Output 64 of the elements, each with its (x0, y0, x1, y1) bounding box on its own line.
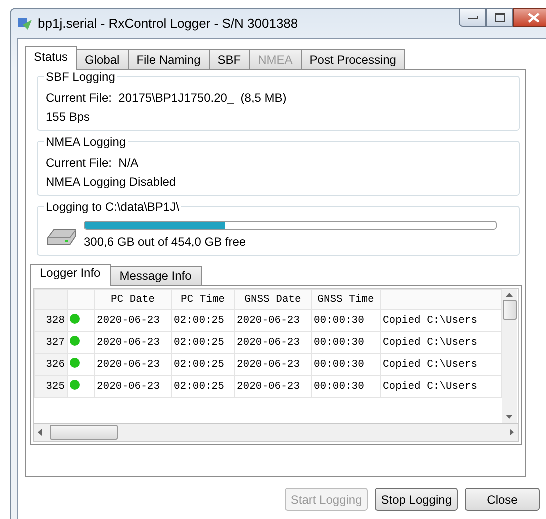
table-cell: 2020-06-23 (94, 376, 172, 398)
table-cell: 2020-06-23 (234, 354, 312, 376)
table-cell: 2020-06-23 (94, 354, 172, 376)
tab[interactable]: Post Processing (300, 49, 406, 69)
table-cell: Copied C:\Users (380, 310, 502, 332)
header-cell (34, 290, 68, 310)
column-header[interactable]: PC Date (94, 290, 172, 310)
table-cell: 00:00:30 (312, 332, 380, 354)
tab[interactable]: File Naming (128, 49, 210, 69)
table-cell: 00:00:30 (312, 354, 380, 376)
table-cell: 00:00:30 (312, 376, 380, 398)
hard-drive-icon (46, 228, 78, 248)
push-button[interactable]: Stop Logging (375, 488, 458, 511)
row-number: 325 (34, 376, 68, 398)
tab[interactable]: Message Info (110, 266, 202, 285)
group-title: Logging to C:\data\BP1J\ (44, 200, 182, 214)
row-number: 327 (34, 332, 68, 354)
window-title: bp1j.serial - RxControl Logger - S/N 3001388 (38, 16, 298, 31)
scroll-thumb[interactable] (502, 300, 516, 320)
free-space-text: 300,6 GB out of 454,0 GB free (84, 235, 248, 249)
table-cell: 02:00:25 (172, 310, 234, 332)
push-button: Start Logging (284, 488, 368, 511)
table-cell: 2020-06-23 (94, 332, 172, 354)
group-title: SBF Logging (44, 70, 118, 84)
column-header[interactable]: GNSS Date (234, 290, 312, 310)
scroll-left-icon[interactable] (38, 429, 42, 436)
tab[interactable]: Global (76, 49, 129, 69)
minimize-button[interactable] (459, 8, 486, 27)
table-cell: 2020-06-23 (234, 332, 312, 354)
close-button[interactable] (513, 8, 546, 27)
table-cell: Copied C:\Users (380, 354, 502, 376)
close-icon (528, 12, 540, 22)
column-header[interactable]: PC Time (172, 290, 234, 310)
status-text: Current File: 20175\BP1J1750.20_ (8,5 MB) (46, 91, 288, 105)
tab[interactable]: Logger Info (30, 264, 111, 286)
horizontal-scrollbar[interactable] (33, 423, 519, 442)
tab[interactable]: Status (25, 46, 78, 70)
app-icon (17, 16, 33, 32)
scroll-right-icon[interactable] (510, 429, 514, 436)
column-header[interactable]: GNSS Time (312, 290, 380, 310)
row-number: 328 (34, 310, 68, 332)
scroll-down-icon[interactable] (506, 415, 513, 419)
table-cell: 2020-06-23 (234, 310, 312, 332)
table-cell: 00:00:30 (312, 310, 380, 332)
table-cell: 02:00:25 (172, 354, 234, 376)
table-cell: Copied C:\Users (380, 332, 502, 354)
scroll-thumb[interactable] (50, 425, 118, 440)
push-button[interactable]: Close (465, 488, 540, 511)
table-cell: 02:00:25 (172, 376, 234, 398)
minimize-icon (468, 16, 478, 20)
status-text: 155 Bps (46, 110, 92, 124)
group-title: NMEA Logging (44, 135, 128, 149)
scroll-up-icon[interactable] (506, 293, 513, 297)
row-number: 326 (34, 354, 68, 376)
table-cell: 02:00:25 (172, 332, 234, 354)
vertical-scrollbar[interactable] (502, 289, 517, 423)
status-text: NMEA Logging Disabled (46, 175, 178, 189)
maximize-icon (494, 13, 504, 22)
table-cell: 2020-06-23 (234, 376, 312, 398)
table-cell: 2020-06-23 (94, 310, 172, 332)
maximize-button[interactable] (486, 8, 513, 27)
status-text: Current File: N/A (46, 156, 140, 170)
tab[interactable]: SBF (208, 49, 250, 69)
table-cell: Copied C:\Users (380, 376, 502, 398)
